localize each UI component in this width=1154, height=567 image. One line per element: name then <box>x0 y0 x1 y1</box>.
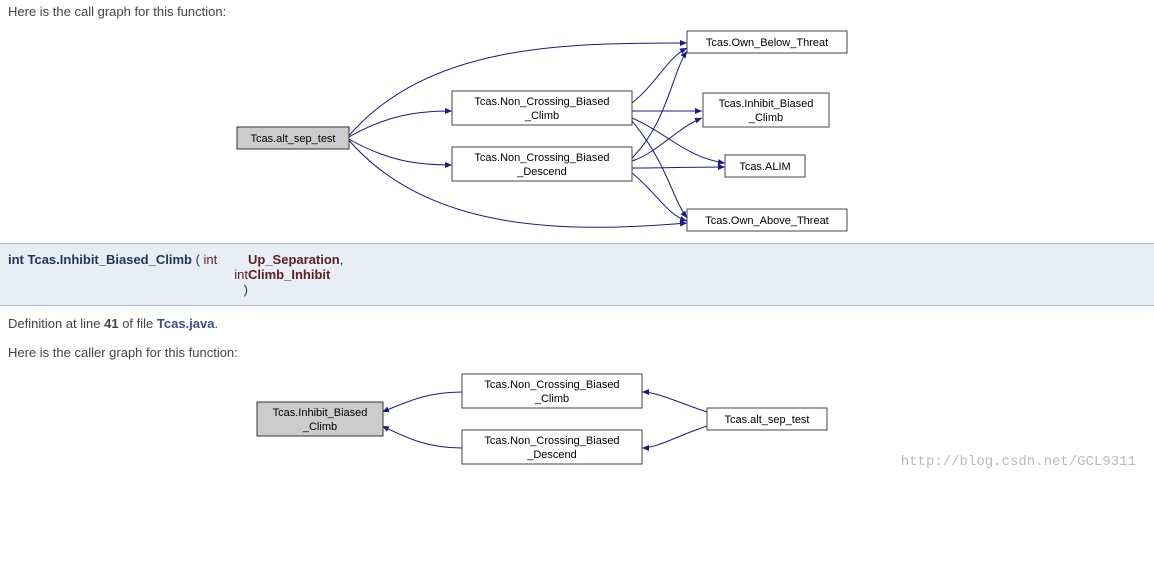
def-suffix: . <box>214 316 218 331</box>
sig-type2: int <box>234 267 248 282</box>
def-line-number: 41 <box>104 316 118 331</box>
def-middle: of file <box>119 316 157 331</box>
sig-name: int Tcas.Inhibit_Biased_Climb <box>8 252 192 267</box>
watermark: http://blog.csdn.net/GCL9311 <box>901 454 1136 470</box>
caller-graph-heading: Here is the caller graph for this functi… <box>0 341 1154 364</box>
sig-open: ( <box>196 252 204 267</box>
def-file-link[interactable]: Tcas.java <box>157 316 215 331</box>
function-signature: int Tcas.Inhibit_Biased_Climb ( int Up_S… <box>0 243 1154 306</box>
call-graph-container: Tcas.alt_sep_test Tcas.Non_Crossing_Bias… <box>0 23 1154 243</box>
caller-graph-svg: Tcas.Inhibit_Biased _Climb Tcas.Non_Cros… <box>227 364 927 474</box>
node-root: Tcas.alt_sep_test <box>251 133 336 145</box>
node-mid1-a: Tcas.Non_Crossing_Biased <box>474 96 609 108</box>
sig-param2: Climb_Inhibit <box>248 267 330 282</box>
caller-out: Tcas.alt_sep_test <box>725 414 810 426</box>
node-mid2-a: Tcas.Non_Crossing_Biased <box>474 152 609 164</box>
call-graph-heading: Here is the call graph for this function… <box>0 0 1154 23</box>
node-mid1-b: _Climb <box>524 110 559 122</box>
node-out3: Tcas.ALIM <box>739 161 790 173</box>
sig-param1: Up_Separation <box>248 252 340 267</box>
node-out1: Tcas.Own_Below_Threat <box>706 37 828 49</box>
caller-mid1-a: Tcas.Non_Crossing_Biased <box>484 379 619 391</box>
caller-mid2-b: _Descend <box>526 449 577 461</box>
node-mid2-b: _Descend <box>516 166 567 178</box>
node-out4: Tcas.Own_Above_Threat <box>705 215 829 227</box>
node-out2-b: _Climb <box>748 112 783 124</box>
sig-type1: int <box>204 252 218 267</box>
sig-comma: , <box>340 252 344 267</box>
def-prefix: Definition at line <box>8 316 104 331</box>
caller-mid1-b: _Climb <box>534 393 569 405</box>
caller-mid2-a: Tcas.Non_Crossing_Biased <box>484 435 619 447</box>
caller-graph-container: Tcas.Inhibit_Biased _Climb Tcas.Non_Cros… <box>0 364 1154 474</box>
definition-line: Definition at line 41 of file Tcas.java. <box>0 306 1154 341</box>
caller-root-b: _Climb <box>302 421 337 433</box>
sig-close: ) <box>244 282 248 297</box>
caller-root-a: Tcas.Inhibit_Biased <box>273 407 368 419</box>
call-graph-svg: Tcas.alt_sep_test Tcas.Non_Crossing_Bias… <box>227 23 927 243</box>
node-out2-a: Tcas.Inhibit_Biased <box>719 98 814 110</box>
